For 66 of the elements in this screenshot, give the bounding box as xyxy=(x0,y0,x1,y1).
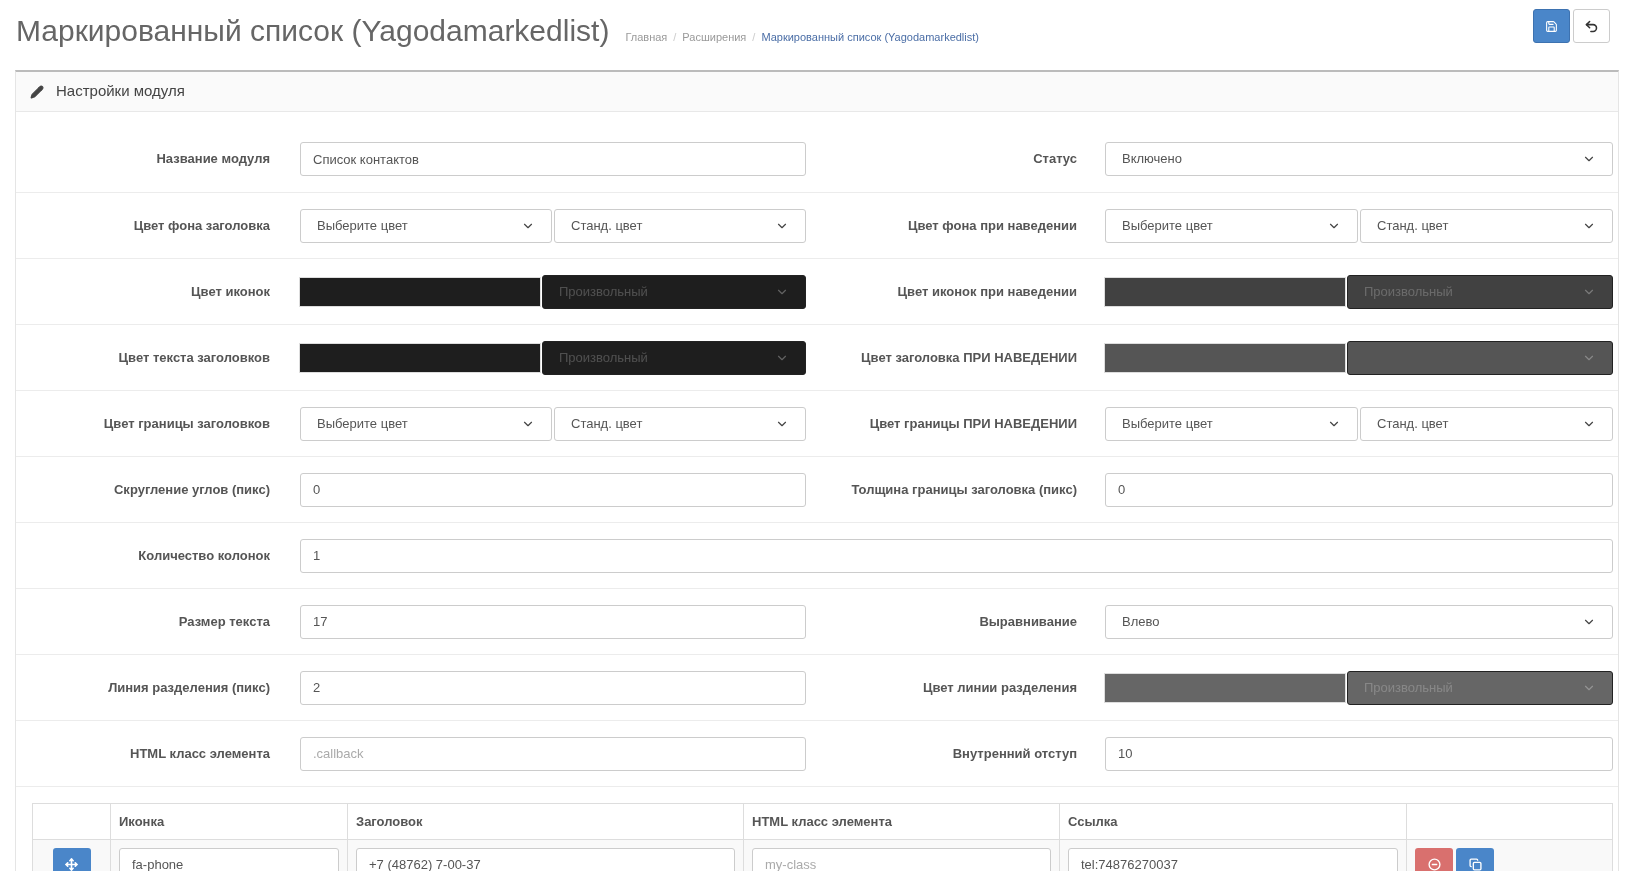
column-header: Ссылка xyxy=(1059,803,1407,840)
dropdown[interactable]: Выберите цвет xyxy=(300,208,552,243)
field-label: Цвет фона заголовка xyxy=(132,216,270,235)
input-field[interactable]: .callback xyxy=(300,736,806,771)
back-button[interactable] xyxy=(1573,9,1610,43)
dropdown[interactable]: Станд. цвет xyxy=(554,406,806,441)
color-swatch[interactable] xyxy=(1105,277,1345,306)
save-icon xyxy=(1545,19,1558,33)
copy-button[interactable] xyxy=(1456,847,1494,871)
input-field[interactable]: Список контактов xyxy=(300,142,806,176)
dropdown[interactable]: Включено xyxy=(1105,142,1613,176)
field-label: Цвет границы ПРИ НАВЕДЕНИИ xyxy=(868,414,1077,433)
input-field[interactable]: 2 xyxy=(300,670,806,705)
field-label: Статус xyxy=(1032,150,1077,169)
dropdown[interactable]: Выберите цвет xyxy=(1105,208,1358,243)
column-header: Иконка xyxy=(110,803,348,840)
move-icon xyxy=(65,858,78,871)
field-label: Цвет линии разделения xyxy=(921,678,1077,697)
dropdown[interactable]: Влево xyxy=(1105,604,1613,639)
dropdown[interactable]: Станд. цвет xyxy=(1360,208,1613,243)
field-label: Выравнивание xyxy=(978,612,1077,631)
field-label: Линия разделения (пикс) xyxy=(107,678,270,697)
color-swatch[interactable] xyxy=(1105,673,1345,702)
panel-title: Настройки модуля xyxy=(56,81,185,102)
field-label: Цвет границы заголовков xyxy=(102,414,270,433)
move-button[interactable] xyxy=(52,847,91,871)
field-label: Название модуля xyxy=(155,150,270,169)
dropdown[interactable]: Выберите цвет xyxy=(1105,406,1358,441)
dropdown[interactable]: Станд. цвет xyxy=(1360,406,1613,441)
field-label: Цвет иконок xyxy=(190,282,270,301)
remove-button[interactable] xyxy=(1415,847,1453,871)
field-label: Цвет заголовка ПРИ НАВЕДЕНИИ xyxy=(860,348,1077,367)
input-field[interactable]: 0 xyxy=(1105,472,1613,507)
column-header: Заголовок xyxy=(347,803,744,840)
color-swatch[interactable] xyxy=(300,343,540,372)
field-label: Скругление углов (пикс) xyxy=(113,480,270,499)
field-label: Цвет иконок при наведении xyxy=(896,282,1077,301)
input-field[interactable]: tel:74876270037 xyxy=(1068,847,1398,871)
input-field[interactable]: 17 xyxy=(300,604,806,639)
breadcrumb-separator: / xyxy=(672,30,678,45)
page-title: Маркированный список (Yagodamarkedlist) xyxy=(16,13,610,49)
dropdown[interactable]: Станд. цвет xyxy=(554,208,806,243)
field-label: Цвет фона при наведении xyxy=(906,216,1077,235)
color-swatch[interactable] xyxy=(1105,343,1345,372)
field-label: HTML класс элемента xyxy=(129,744,270,763)
input-field[interactable]: fa-phone xyxy=(119,847,339,871)
copy-icon xyxy=(1468,858,1482,871)
undo-icon xyxy=(1584,18,1599,34)
pencil-icon xyxy=(30,84,44,99)
field-label: Цвет текста заголовков xyxy=(117,348,270,367)
breadcrumb-link[interactable]: Маркированный список (Yagodamarkedlist) xyxy=(761,29,979,46)
column-header: HTML класс элемента xyxy=(743,803,1060,840)
dropdown[interactable]: Выберите цвет xyxy=(300,406,552,441)
field-label: Количество колонок xyxy=(137,546,270,565)
breadcrumb-separator: / xyxy=(751,30,757,45)
field-label: Размер текста xyxy=(177,612,270,631)
input-field[interactable]: 1 xyxy=(300,538,1613,573)
input-field[interactable]: 0 xyxy=(300,472,806,507)
field-label: Толщина границы заголовка (пикс) xyxy=(850,480,1077,499)
field-label: Внутренний отступ xyxy=(951,744,1077,763)
input-field[interactable]: 10 xyxy=(1105,736,1613,771)
save-button[interactable] xyxy=(1533,9,1570,43)
input-field[interactable]: +7 (48762) 7-00-37 xyxy=(356,847,735,871)
input-field[interactable]: my-class xyxy=(752,847,1051,871)
minus-circle-icon xyxy=(1427,858,1441,871)
color-swatch[interactable] xyxy=(300,277,540,306)
